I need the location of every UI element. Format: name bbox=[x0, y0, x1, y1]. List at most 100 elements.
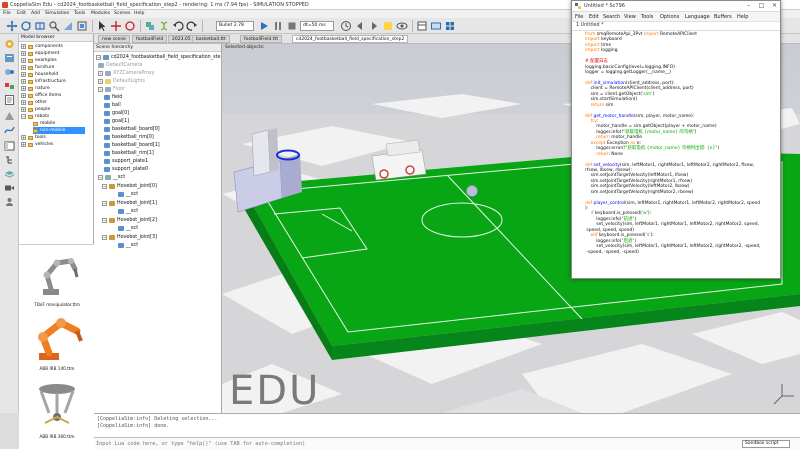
folder-other[interactable]: + other bbox=[21, 99, 47, 106]
click-select-icon[interactable] bbox=[96, 20, 108, 32]
hierarchy-item-hovebot-joint-3[interactable]: − Hovebot_joint[3] bbox=[102, 233, 157, 241]
hierarchy-item-hovebot-2-child[interactable]: __xct bbox=[118, 224, 138, 232]
folder-office-items[interactable]: + office items bbox=[21, 92, 61, 99]
folder-examples[interactable]: + examples bbox=[21, 57, 57, 64]
camera-pan-icon[interactable] bbox=[6, 20, 18, 32]
model-thumbnail-7dof[interactable]: 7DoF manipulator.ttm bbox=[23, 251, 91, 307]
hierarchy-item-goal-1[interactable]: goal[1] bbox=[104, 117, 129, 125]
scene-tab-basketball[interactable]: basketball.ttt bbox=[192, 35, 230, 43]
scene-tab-footballfield[interactable]: footballField bbox=[132, 35, 168, 43]
realtime-mode-icon[interactable] bbox=[340, 20, 352, 32]
path-edit-icon[interactable] bbox=[3, 124, 16, 136]
hierarchy-item-field[interactable]: field bbox=[104, 93, 122, 101]
redo-icon[interactable] bbox=[186, 20, 198, 32]
object-rotate-icon[interactable] bbox=[124, 20, 136, 32]
toggle-visualization-icon[interactable] bbox=[396, 20, 408, 32]
folder-robots-mobile[interactable]: mobile bbox=[33, 120, 55, 127]
menu-modules[interactable]: Modules bbox=[91, 11, 110, 16]
folder-vehicles[interactable]: + vehicles bbox=[21, 141, 53, 148]
hierarchy-item-support-plate1[interactable]: support_plate1 bbox=[104, 157, 148, 165]
hierarchy-item-hovebot-joint-0[interactable]: − Hovebot_joint[0] bbox=[102, 182, 157, 190]
editor-menu-file[interactable]: File bbox=[575, 14, 583, 20]
menu-edit[interactable]: Edit bbox=[17, 11, 26, 16]
layers-icon[interactable] bbox=[3, 168, 16, 180]
user-settings-icon[interactable] bbox=[3, 196, 16, 208]
menu-tools[interactable]: Tools bbox=[74, 11, 85, 16]
folder-robots[interactable]: − robots bbox=[21, 113, 49, 120]
editor-menu-search[interactable]: Search bbox=[603, 14, 620, 20]
menu-scenes[interactable]: Scenes bbox=[114, 11, 130, 16]
maximize-icon[interactable]: □ bbox=[755, 1, 768, 11]
lua-command-input[interactable] bbox=[96, 440, 736, 448]
transfer-dna-icon[interactable] bbox=[158, 20, 170, 32]
editor-menu-buffers[interactable]: Buffers bbox=[714, 14, 732, 20]
minimize-icon[interactable]: – bbox=[742, 1, 755, 11]
hierarchy-item-goal-0[interactable]: goal[0] bbox=[104, 109, 129, 117]
hierarchy-item-hovebot-3-child[interactable]: __xct bbox=[118, 241, 138, 249]
menu-simulation[interactable]: Simulation bbox=[45, 11, 69, 16]
hierarchy-item-basketball-rim-1[interactable]: basketball_rim[1] bbox=[104, 149, 154, 157]
shape-edit-icon[interactable] bbox=[3, 110, 16, 122]
folder-people[interactable]: + people bbox=[21, 106, 50, 113]
camera-angle-icon[interactable] bbox=[62, 20, 74, 32]
simulation-settings-icon[interactable] bbox=[3, 38, 16, 50]
menu-file[interactable]: File bbox=[3, 11, 11, 16]
camera-shift-icon[interactable] bbox=[34, 20, 46, 32]
model-browser-toggle-icon[interactable] bbox=[3, 140, 16, 152]
camera-rotate-icon[interactable] bbox=[20, 20, 32, 32]
camera-zoom-icon[interactable] bbox=[48, 20, 60, 32]
hierarchy-item-basketball-board-1[interactable]: basketball_board[1] bbox=[104, 141, 160, 149]
undo-icon[interactable] bbox=[172, 20, 184, 32]
simulation-dt-select[interactable]: dt=50 ms bbox=[300, 21, 334, 31]
editor-menu-edit[interactable]: Edit bbox=[589, 14, 599, 20]
scene-selector-icon[interactable] bbox=[430, 20, 442, 32]
page-selector-icon[interactable] bbox=[416, 20, 428, 32]
editor-menu-help[interactable]: Help bbox=[737, 14, 748, 20]
collections-icon[interactable] bbox=[3, 80, 16, 92]
editor-buffer-tab[interactable]: 1 Untitled * bbox=[572, 22, 780, 31]
folder-furniture[interactable]: + furniture bbox=[21, 64, 54, 71]
pause-simulation-icon[interactable] bbox=[272, 20, 284, 32]
scene-object-properties-icon[interactable] bbox=[3, 52, 16, 64]
faster-icon[interactable] bbox=[368, 20, 380, 32]
scene-tab-new-scene[interactable]: new scene bbox=[98, 35, 130, 43]
object-shift-icon[interactable] bbox=[110, 20, 122, 32]
folder-infrastructure[interactable]: + infrastructure bbox=[21, 78, 66, 85]
scene-tab-2023[interactable]: 2023.05 bbox=[168, 35, 195, 43]
sandbox-script-select[interactable]: Sandbox script bbox=[742, 440, 790, 448]
slower-icon[interactable] bbox=[354, 20, 366, 32]
hierarchy-item-defaultlights[interactable]: + DefaultLights bbox=[98, 77, 145, 85]
model-thumbnail-abb-irb360[interactable]: ABB IRB 360.ttm bbox=[23, 379, 91, 439]
editor-menu-language[interactable]: Language bbox=[685, 14, 710, 20]
stop-simulation-icon[interactable] bbox=[286, 20, 298, 32]
scene-tab-footballfield-ttt[interactable]: footballField.ttt bbox=[240, 35, 283, 43]
hierarchy-item-hovebot-1-child[interactable]: __xct bbox=[118, 207, 138, 215]
threaded-rendering-icon[interactable] bbox=[382, 20, 394, 32]
hierarchy-item-basketball-board-0[interactable]: basketball_board[0] bbox=[104, 125, 160, 133]
physics-engine-select[interactable]: Bullet 2.78 bbox=[216, 21, 254, 31]
folder-robots-non-mobile[interactable]: non-mobile bbox=[33, 127, 86, 134]
editor-menu-tools[interactable]: Tools bbox=[641, 14, 653, 20]
view-selector-icon[interactable] bbox=[444, 20, 456, 32]
model-thumbnail-abb-irb140[interactable]: ABB IRB 140.ttm bbox=[23, 311, 91, 371]
hierarchy-item-hovebot-joint-1[interactable]: − Hovebot_joint[1] bbox=[102, 199, 157, 207]
scripts-icon[interactable] bbox=[3, 94, 16, 106]
menu-add[interactable]: Add bbox=[31, 11, 40, 16]
folder-tools[interactable]: + tools bbox=[21, 134, 46, 141]
folder-nature[interactable]: + nature bbox=[21, 85, 50, 92]
folder-components[interactable]: + components bbox=[21, 43, 63, 50]
calculation-modules-icon[interactable] bbox=[3, 66, 16, 78]
assemble-icon[interactable] bbox=[144, 20, 156, 32]
editor-menu-options[interactable]: Options bbox=[660, 14, 679, 20]
hierarchy-item-basketball-rim-0[interactable]: basketball_rim[0] bbox=[104, 133, 154, 141]
folder-household[interactable]: + household bbox=[21, 71, 58, 78]
hierarchy-item-xct[interactable]: − __xct bbox=[98, 173, 125, 181]
folder-equipment[interactable]: + equipment bbox=[21, 50, 59, 57]
hierarchy-item-floor[interactable]: + Floor bbox=[98, 85, 125, 93]
editor-menu-view[interactable]: View bbox=[624, 14, 636, 20]
hierarchy-item-ball[interactable]: ball bbox=[104, 101, 121, 109]
start-simulation-icon[interactable] bbox=[258, 20, 270, 32]
close-icon[interactable]: × bbox=[768, 1, 781, 11]
scene-hierarchy-toggle-icon[interactable] bbox=[3, 154, 16, 166]
hierarchy-item-hovebot-joint-2[interactable]: − Hovebot_joint[2] bbox=[102, 216, 157, 224]
